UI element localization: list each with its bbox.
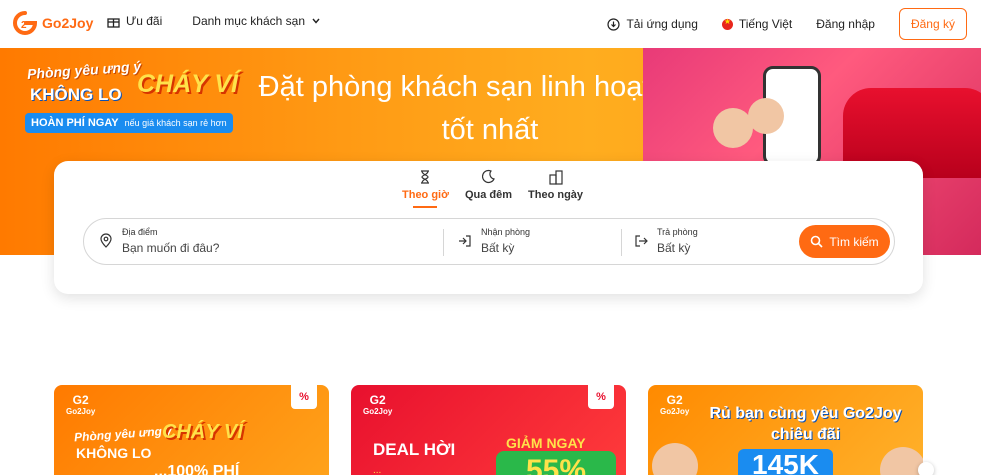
- go2joy-logo-icon: G2: [72, 393, 89, 407]
- brand-name: Go2Joy: [42, 15, 94, 31]
- nav-left: Ưu đãi Danh mục khách sạn: [107, 14, 321, 28]
- card-line2: GIẢM NGAY: [506, 435, 586, 451]
- svg-text:2: 2: [21, 20, 27, 31]
- language-selector[interactable]: Tiếng Việt: [721, 17, 793, 31]
- search-bar: Địa điểm Bạn muốn đi đâu? Nhận phòng Bất…: [83, 218, 895, 265]
- login-label: Đăng nhập: [816, 17, 875, 31]
- vietnam-flag-icon: [721, 17, 733, 30]
- nav-deals-label: Ưu đãi: [126, 14, 163, 28]
- moon-icon: [482, 169, 496, 184]
- banner-promo-highlight: CHÁY VÍ: [137, 70, 238, 98]
- tab-hourly-label: Theo giờ: [402, 189, 449, 201]
- discount-badge: %: [588, 385, 614, 409]
- register-button[interactable]: Đăng ký: [898, 8, 967, 40]
- card-logo: G2 Go2Joy: [660, 393, 689, 416]
- hourglass-icon: [421, 170, 430, 184]
- card-line3: ...: [373, 465, 382, 475]
- person-image: [652, 443, 698, 475]
- tab-overnight[interactable]: Qua đêm: [465, 169, 512, 208]
- promo-card[interactable]: G2 Go2Joy % Phòng yêu ưng ý KHÔNG LO CHÁ…: [54, 385, 329, 475]
- card-highlight: 55%: [496, 451, 616, 475]
- search-button[interactable]: Tìm kiếm: [799, 225, 890, 258]
- check-in-value: Bất kỳ: [481, 241, 515, 255]
- chevron-down-icon: [312, 18, 320, 24]
- check-in-label: Nhận phòng: [481, 227, 531, 237]
- login-link[interactable]: Đăng nhập: [816, 17, 875, 31]
- language-label: Tiếng Việt: [738, 17, 793, 31]
- card-brand: Go2Joy: [66, 407, 96, 416]
- gift-icon: [107, 17, 120, 28]
- nav-hotel-categories[interactable]: Danh mục khách sạn: [192, 14, 321, 28]
- search-card: Theo giờ Qua đêm Theo ngày Địa điểm Bạn …: [54, 161, 923, 294]
- card-line3: ...100% PHÍ: [154, 463, 240, 475]
- banner-promo-line1: Phòng yêu ưng ý: [26, 58, 142, 82]
- card-line2: KHÔNG LO: [76, 445, 152, 461]
- card-highlight: CHÁY VÍ: [162, 421, 243, 443]
- nav-hotel-categories-label: Danh mục khách sạn: [192, 14, 306, 28]
- check-out-label: Trả phòng: [657, 227, 698, 237]
- promo-card[interactable]: G2 Go2Joy % DEAL HỜI GIẢM NGAY 55% ...: [351, 385, 626, 475]
- tab-daily-label: Theo ngày: [528, 189, 584, 201]
- location-pin-icon: [100, 233, 112, 248]
- check-out-value: Bất kỳ: [657, 241, 691, 255]
- banner-promo: Phòng yêu ưng ý KHÔNG LO CHÁY VÍ HOÀN PH…: [15, 58, 245, 148]
- check-in-icon: [459, 235, 471, 247]
- active-tab-indicator: [413, 206, 438, 208]
- card-brand: Go2Joy: [363, 407, 393, 416]
- search-button-label: Tìm kiếm: [829, 234, 879, 249]
- divider: [443, 229, 444, 256]
- go2joy-logo-icon: G2: [666, 393, 683, 407]
- download-app-label: Tải ứng dụng: [626, 17, 698, 31]
- booking-type-tabs: Theo giờ Qua đêm Theo ngày: [402, 169, 583, 208]
- card-line1: Rủ bạn cùng yêu Go2Joy chiêu đãi: [709, 405, 902, 443]
- check-in-field[interactable]: Nhận phòng Bất kỳ: [481, 227, 530, 255]
- banner-promo-line2: KHÔNG LO: [30, 85, 122, 104]
- card-line1: Phòng yêu ưng ý: [73, 423, 173, 445]
- location-input[interactable]: Bạn muốn đi đâu?: [122, 241, 219, 255]
- tab-daily[interactable]: Theo ngày: [528, 169, 583, 208]
- card-brand: Go2Joy: [660, 407, 690, 416]
- person-image: [748, 98, 784, 134]
- go2joy-logo-icon: G2: [369, 393, 386, 407]
- carousel-next-button[interactable]: [918, 462, 934, 475]
- banner-promo-badge-label: HOÀN PHÍ NGAY: [31, 117, 119, 129]
- building-icon: [548, 170, 563, 185]
- card-highlight: 145K: [738, 449, 833, 475]
- location-field[interactable]: Địa điểm Bạn muốn đi đâu?: [122, 227, 219, 255]
- nav-right: Tải ứng dụng Tiếng Việt Đăng nhập Đăng k…: [607, 8, 967, 40]
- card-line1: DEAL HỜI: [373, 440, 456, 459]
- card-logo: G2 Go2Joy: [66, 393, 95, 416]
- person-image: [713, 108, 753, 148]
- tab-hourly[interactable]: Theo giờ: [402, 169, 449, 208]
- banner-promo-badge: HOÀN PHÍ NGAY nếu giá khách sạn rẻ hơn: [25, 113, 233, 133]
- person-image: [880, 447, 923, 475]
- location-label: Địa điểm: [122, 227, 158, 237]
- divider: [621, 229, 622, 256]
- top-navbar: 2 Go2Joy Ưu đãi Danh mục khách sạn Tải ứ…: [0, 0, 1000, 47]
- download-icon: [607, 17, 621, 31]
- go2joy-logo-icon: 2: [13, 11, 38, 35]
- nav-deals[interactable]: Ưu đãi: [107, 14, 162, 28]
- banner-promo-sub: nếu giá khách sạn rẻ hơn: [124, 118, 227, 128]
- check-out-field[interactable]: Trả phòng Bất kỳ: [657, 227, 698, 255]
- download-app-link[interactable]: Tải ứng dụng: [607, 17, 698, 31]
- promo-card[interactable]: G2 Go2Joy Rủ bạn cùng yêu Go2Joy chiêu đ…: [648, 385, 923, 475]
- brand-logo[interactable]: 2 Go2Joy: [12, 10, 93, 36]
- tab-overnight-label: Qua đêm: [464, 189, 513, 201]
- search-icon: [811, 235, 823, 248]
- card-logo: G2 Go2Joy: [363, 393, 392, 416]
- check-out-icon: [635, 235, 648, 247]
- page: 2 Go2Joy Ưu đãi Danh mục khách sạn Tải ứ…: [0, 0, 1000, 475]
- discount-badge: %: [291, 385, 317, 409]
